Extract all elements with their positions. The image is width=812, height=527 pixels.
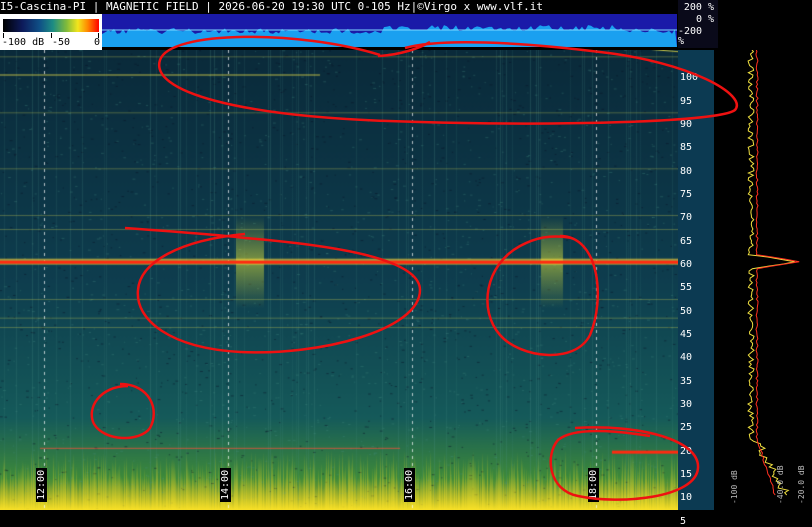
profile-max-trace — [747, 50, 795, 496]
frequency-tick-label: 80 — [680, 165, 693, 177]
frequency-tick-label: 85 — [680, 142, 693, 154]
amplitude-label-bottom: -200 % — [678, 26, 703, 47]
frequency-tick-label: 75 — [680, 189, 693, 200]
colorbar-legend: -100 dB -50 0 — [0, 14, 102, 50]
frequency-axis: 5 10 15 20 25 30 35 40 45 50 55 60 65 70 75 80 85 90 95 100 — [678, 50, 714, 526]
profile-label-low: -100 dB — [730, 470, 739, 504]
frequency-tick-label: 5 — [680, 515, 687, 527]
frequency-tick-label: 70 — [680, 212, 693, 224]
amplitude-label-zero: 0 % — [695, 14, 714, 25]
profile-label-high: -20.0 dB — [797, 465, 806, 504]
spectrum-profile-plot — [714, 50, 812, 510]
colorbar-gradient — [3, 19, 99, 32]
spectrogram-plot — [0, 50, 678, 510]
frequency-tick-label: 95 — [680, 95, 693, 107]
frequency-tick-label: 65 — [680, 235, 693, 247]
time-tick-label: 16:00 — [404, 467, 415, 502]
frequency-tick-label: 10 — [680, 492, 693, 504]
amplitude-label-top: 200 % — [683, 2, 714, 13]
colorbar-label-max: 0 — [94, 37, 101, 48]
time-tick-label: 18:00 — [588, 467, 599, 502]
frequency-tick-label: 20 — [680, 445, 693, 457]
frequency-tick-label: 90 — [680, 119, 693, 130]
amplitude-strip — [102, 14, 677, 47]
frequency-tick-label: 100 — [680, 72, 699, 84]
frequency-tick-label: 35 — [680, 375, 693, 387]
frequency-tick-label: 60 — [680, 259, 693, 270]
profile-label-mid: -40.0 dB — [776, 465, 785, 504]
frequency-tick-label: 40 — [680, 352, 693, 364]
time-tick-label: 12:00 — [36, 467, 47, 502]
frequency-tick-label: 45 — [680, 329, 693, 340]
frequency-tick-label: 55 — [680, 282, 693, 294]
frequency-tick-label: 15 — [680, 469, 693, 480]
frequency-tick-label: 30 — [680, 399, 693, 410]
profile-mean-trace — [755, 50, 800, 496]
time-tick-label: 14:00 — [220, 467, 231, 502]
chart-title: I5-Cascina-PI | MAGNETIC FIELD | 2026-06… — [0, 0, 610, 13]
amplitude-axis: 200 % 0 % -200 % — [678, 0, 718, 48]
colorbar-label-min: -100 dB — [2, 37, 45, 48]
colorbar-label-mid: -50 — [52, 37, 71, 48]
frequency-tick-label: 25 — [680, 422, 693, 434]
frequency-tick-label: 50 — [680, 305, 693, 317]
